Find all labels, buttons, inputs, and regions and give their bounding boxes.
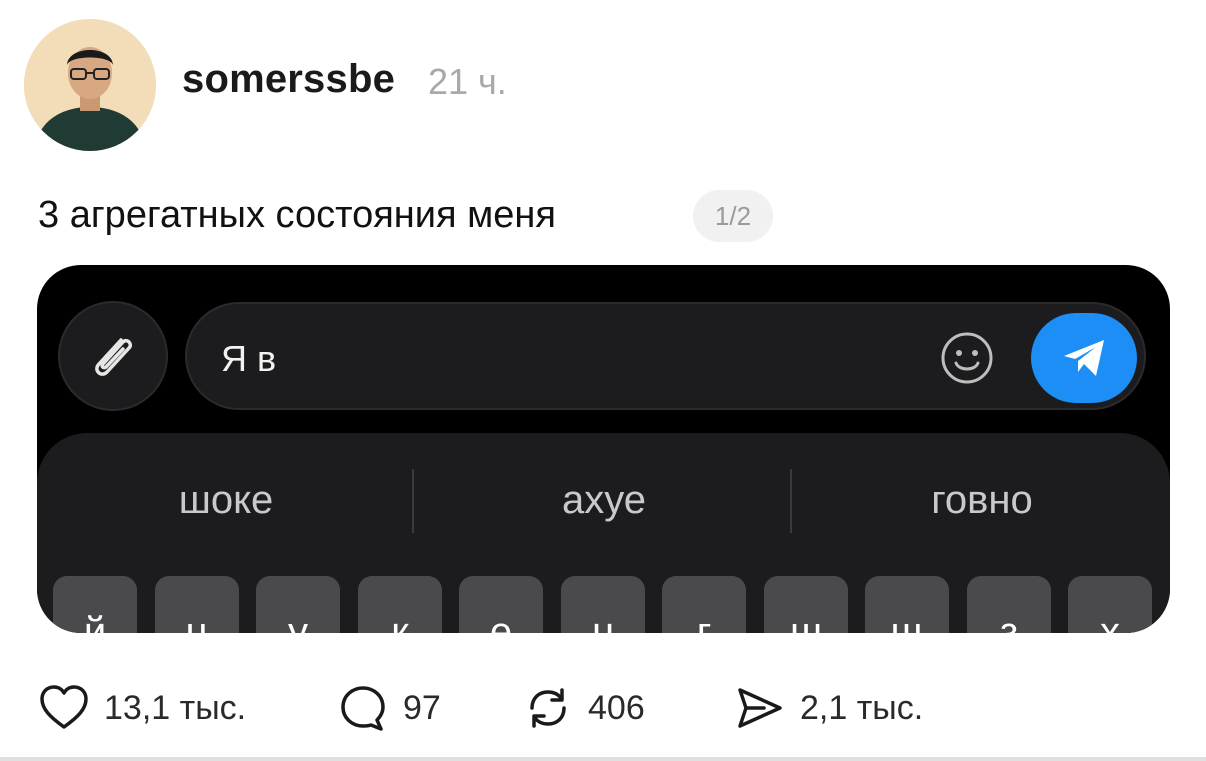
post-divider [0,757,1206,761]
share-count: 2,1 тыс. [800,688,924,727]
suggestion-1: шоке [178,478,274,522]
suggestion-divider [790,469,792,533]
key: у [256,576,340,633]
key: з [967,576,1051,633]
key: ц [155,576,239,633]
comment-button[interactable]: 97 [337,680,441,736]
comment-count: 97 [403,688,441,727]
key: к [358,576,442,633]
suggestion-3: говно [931,478,1033,522]
avatar[interactable] [24,19,156,151]
key: г [662,576,746,633]
speech-bubble-icon [341,686,385,731]
post-caption: 3 агрегатных состояния меня [38,194,556,236]
avatar-photo [24,19,156,151]
post-media[interactable]: Я в шоке ахуе говно й ц у к е н г ш щ з … [37,265,1170,633]
key: й [53,576,137,633]
like-count: 13,1 тыс. [104,688,247,727]
share-button[interactable]: 2,1 тыс. [734,680,923,736]
repost-button[interactable]: 406 [522,680,645,736]
send-button [1031,313,1137,403]
post-actions: 13,1 тыс. 97 406 2,1 тыс. [0,680,1206,736]
suggestion-2: ахуе [561,478,647,522]
like-button[interactable]: 13,1 тыс. [38,680,246,736]
attach-button [58,301,168,411]
keyboard: шоке ахуе говно й ц у к е н г ш щ з х [37,433,1170,633]
key: х [1068,576,1152,633]
suggestion-divider [412,469,414,533]
repost-count: 406 [588,688,645,727]
heart-icon [40,685,88,729]
key: ш [764,576,848,633]
paper-plane-icon [1064,340,1104,376]
repost-icon [530,688,566,728]
key: н [561,576,645,633]
post-time: 21 ч. [428,61,507,102]
author-name[interactable]: somerssbe [182,57,395,102]
key: щ [865,576,949,633]
media-pager-badge: 1/2 [693,190,773,242]
smiley-icon [941,332,993,384]
share-icon [738,688,782,728]
paperclip-icon [95,338,133,376]
message-input: Я в [185,302,1146,410]
message-input-text: Я в [221,338,277,379]
key: е [459,576,543,633]
